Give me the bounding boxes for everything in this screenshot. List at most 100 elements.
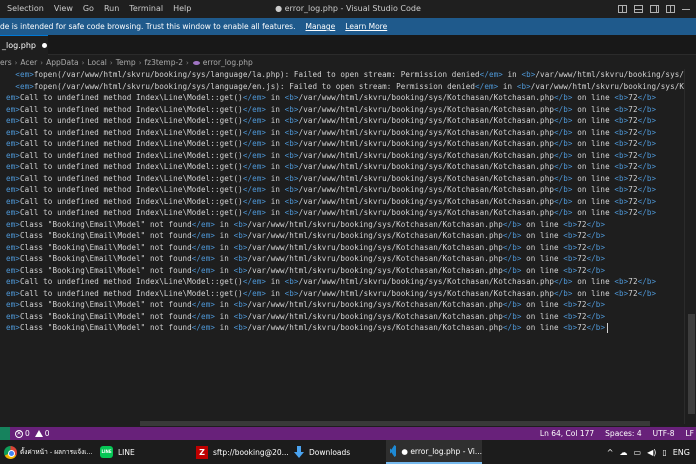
code-line: em>Call to undefined method Index\Line\M…	[6, 173, 689, 185]
code-tag: <b>	[563, 231, 578, 240]
code-text: in	[214, 231, 234, 240]
breadcrumb-item[interactable]: Local	[87, 58, 106, 67]
code-editor[interactable]: <em>fopen(/var/www/html/skvru/booking/sy…	[0, 69, 696, 424]
horizontal-scroll-thumb[interactable]	[140, 421, 650, 426]
code-text: /var/www/html/skvru/booking/sys/Kotchasa…	[247, 323, 503, 332]
cursor-position[interactable]: Ln 64, Col 177	[540, 429, 594, 438]
menu-selection[interactable]: Selection	[2, 0, 49, 18]
taskbar-chrome[interactable]: ตั้งค่าหน้า - ผลการแจ้งเ...	[4, 440, 93, 464]
code-text: in	[266, 196, 285, 206]
code-text: 72	[628, 288, 638, 298]
code-tag: </b>	[502, 311, 522, 321]
menu-view[interactable]: View	[49, 0, 78, 18]
indentation[interactable]: Spaces: 4	[605, 429, 641, 438]
tab-error-log[interactable]: _log.php	[0, 35, 48, 55]
code-text: on line	[572, 150, 615, 160]
error-count: 0	[25, 429, 30, 438]
code-text: 72	[577, 311, 587, 321]
cloud-icon[interactable]: ☁	[620, 448, 628, 457]
breadcrumb-item[interactable]: Acer	[20, 58, 37, 67]
code-text: 72	[628, 196, 638, 206]
menu-go[interactable]: Go	[78, 0, 99, 18]
code-tag: <b>	[563, 265, 578, 275]
code-line: em>Class "Booking\Email\Model" not found…	[6, 219, 689, 231]
code-text: on line	[572, 288, 615, 298]
end-of-line[interactable]: LF	[686, 429, 695, 438]
toggle-panel-icon[interactable]	[634, 5, 643, 13]
code-tag: em>	[6, 185, 20, 194]
code-text: /var/www/html/skvru/booking/sys/Kotchasa…	[247, 242, 503, 252]
code-text: /var/www/html/skvru/booking/sys/Kotchasa…	[298, 104, 554, 114]
vertical-scrollbar[interactable]	[684, 69, 696, 424]
code-tag: <b>	[614, 277, 629, 286]
code-text: on line	[521, 231, 564, 240]
code-text: in	[266, 116, 285, 125]
learn-more-link[interactable]: Learn More	[345, 22, 387, 31]
code-tag: <b>	[563, 300, 578, 309]
volume-icon[interactable]: ◀)	[647, 448, 656, 457]
code-tag: </b>	[553, 127, 573, 137]
vertical-scroll-thumb[interactable]	[688, 314, 695, 414]
breadcrumb-item[interactable]: Temp	[116, 58, 136, 67]
menu-help[interactable]: Help	[168, 0, 196, 18]
breadcrumb-item[interactable]: AppData	[46, 58, 79, 67]
code-tag: </em>	[242, 277, 267, 286]
code-text: on line	[572, 93, 615, 102]
taskbar-vscode[interactable]: ● error_log.php - Vi...	[386, 440, 482, 464]
manage-link[interactable]: Manage	[305, 22, 335, 31]
encoding[interactable]: UTF-8	[653, 429, 675, 438]
windows-taskbar: ตั้งค่าหน้า - ผลการแจ้งเ... LINE LINE Z …	[0, 440, 696, 464]
customize-layout-icon[interactable]	[666, 5, 675, 13]
banner-text: de is intended for safe code browsing. T…	[0, 22, 296, 31]
code-text: Class "Booking\Email\Model" not found	[19, 254, 192, 263]
code-tag: </b>	[553, 104, 573, 114]
code-text: Call to undefined method Index\Line\Mode…	[19, 196, 243, 206]
chevron-right-icon: ›	[185, 58, 189, 67]
code-tag: em>	[6, 231, 20, 240]
code-tag: em>	[6, 242, 20, 252]
code-tag: <b>	[614, 127, 629, 137]
menu-run[interactable]: Run	[99, 0, 124, 18]
code-line: em>Class "Booking\Email\Model" not found…	[6, 299, 689, 311]
code-tag: </b>	[586, 219, 606, 229]
code-tag: <b>	[614, 288, 629, 298]
toggle-primary-sidebar-icon[interactable]	[618, 5, 627, 13]
code-text: in	[266, 127, 285, 137]
code-tag: em>	[6, 104, 20, 114]
input-language[interactable]: ENG	[673, 448, 690, 457]
problems-indicator[interactable]: ✕ 0 0	[15, 429, 50, 438]
code-text: /var/www/html/skvru/booking/sys/Kotchasa…	[298, 93, 554, 102]
horizontal-scrollbar[interactable]	[0, 420, 684, 427]
code-tag: <b>	[233, 254, 248, 263]
remote-indicator[interactable]	[0, 427, 10, 440]
code-tag: </b>	[553, 185, 573, 194]
code-line: em>Call to undefined method Index\Line\M…	[6, 92, 689, 104]
network-icon[interactable]: ▭	[634, 448, 642, 457]
breadcrumb-item[interactable]: fz3temp-2	[145, 58, 183, 67]
line-app-icon: LINE	[100, 446, 113, 458]
menu-terminal[interactable]: Terminal	[124, 0, 168, 18]
taskbar-downloads[interactable]: Downloads	[294, 440, 350, 464]
code-text: /var/www/html/skvru/booking/sys/Kotchasa…	[298, 162, 554, 171]
code-text: in	[498, 81, 517, 91]
toggle-secondary-sidebar-icon[interactable]	[650, 5, 659, 13]
chevron-right-icon: ›	[14, 58, 18, 67]
taskbar-line[interactable]: LINE LINE	[100, 440, 135, 464]
minimize-icon[interactable]	[682, 8, 690, 10]
code-tag: <b>	[284, 173, 299, 183]
code-tag: <b>	[614, 139, 629, 148]
breadcrumb-item[interactable]: error_log.php	[203, 58, 253, 67]
breadcrumb-item[interactable]: ers	[0, 58, 12, 67]
code-text: in	[502, 70, 522, 79]
code-text: 72	[628, 173, 638, 183]
code-tag: em>	[6, 219, 20, 229]
code-text: Class "Booking\Email\Model" not found	[19, 242, 192, 252]
taskbar-filezilla[interactable]: Z sftp://booking@20...	[196, 440, 289, 464]
unsaved-dot-icon[interactable]	[41, 43, 47, 48]
taskbar-label: ● error_log.php - Vi...	[401, 446, 482, 456]
chevron-up-icon[interactable]: ^	[607, 448, 614, 457]
code-text: /var/www/html/skvru/booking/sys/Kotchasa…	[298, 288, 554, 298]
battery-icon[interactable]: ▯	[662, 448, 666, 457]
code-tag: </em>	[242, 139, 267, 148]
code-tag: em>	[6, 173, 20, 183]
